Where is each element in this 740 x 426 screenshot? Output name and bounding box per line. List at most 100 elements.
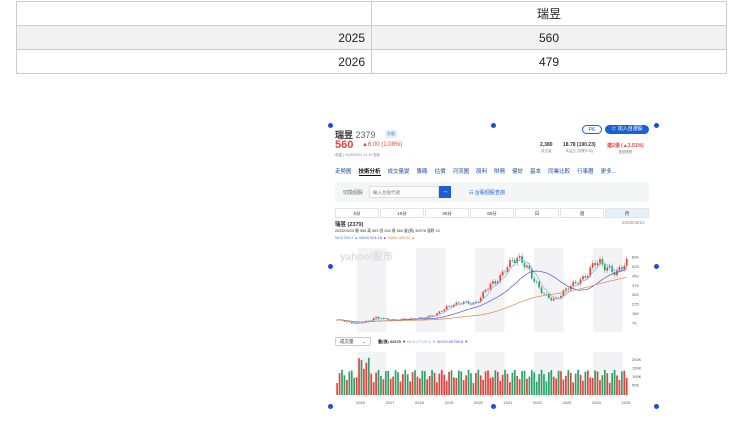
stock-screenshot: 瑞昱 2379 台股 560 ▲6.00 (1.08%) 收盤 | 2025/0… bbox=[330, 125, 656, 406]
resize-handle[interactable] bbox=[653, 263, 659, 269]
volume-bar bbox=[577, 369, 579, 395]
volume-bar bbox=[470, 373, 472, 395]
candle bbox=[470, 303, 472, 305]
volume-bar bbox=[618, 379, 621, 395]
volume-bar bbox=[414, 370, 416, 395]
volume-bar bbox=[479, 375, 482, 395]
x-tick: 2021 bbox=[504, 400, 514, 405]
volume-bar bbox=[567, 369, 570, 395]
volume-bar bbox=[601, 375, 604, 395]
volume-bar bbox=[584, 371, 587, 395]
candle bbox=[565, 288, 567, 291]
resize-handle[interactable] bbox=[327, 403, 333, 409]
resize-handle[interactable] bbox=[327, 263, 333, 269]
volume-bar bbox=[501, 374, 504, 395]
resize-handle[interactable] bbox=[490, 122, 496, 128]
vol-tick: 200K bbox=[632, 357, 642, 362]
x-tick: 2016 bbox=[356, 400, 366, 405]
volume-bar bbox=[565, 375, 567, 395]
volume-bar bbox=[423, 371, 426, 395]
volume-bar bbox=[513, 370, 516, 395]
candle bbox=[540, 287, 543, 294]
candle bbox=[562, 290, 565, 296]
volume-bar bbox=[550, 370, 553, 395]
candle bbox=[518, 256, 521, 258]
volume-bar bbox=[489, 378, 492, 395]
volume-bar bbox=[387, 370, 390, 395]
volume-bar bbox=[443, 374, 446, 395]
vol-tick: 50K bbox=[632, 383, 639, 388]
candle bbox=[545, 293, 548, 295]
y-tick: 300 bbox=[632, 292, 639, 297]
volume-bar bbox=[586, 370, 589, 395]
volume-bar bbox=[375, 372, 377, 395]
candle bbox=[346, 321, 348, 323]
volume-bar bbox=[462, 380, 465, 395]
volume-bar bbox=[591, 377, 594, 395]
data-table: 瑞昱 2025 560 2026 479 bbox=[16, 1, 727, 74]
volume-bar bbox=[526, 378, 528, 395]
candle bbox=[513, 260, 516, 264]
resize-handle[interactable] bbox=[653, 403, 659, 409]
volume-bar bbox=[440, 369, 443, 395]
volume-bar bbox=[377, 369, 380, 395]
candle bbox=[601, 259, 604, 265]
volume-bar bbox=[394, 370, 397, 395]
volume-bar bbox=[613, 369, 616, 395]
table-row: 2025 560 bbox=[16, 25, 727, 50]
volume-bar bbox=[421, 370, 424, 395]
x-tick: 2024 bbox=[592, 400, 602, 405]
volume-bar bbox=[350, 370, 353, 395]
y-tick: 375 bbox=[632, 283, 639, 288]
volume-bar bbox=[346, 380, 348, 395]
candle bbox=[618, 267, 621, 271]
candle bbox=[625, 258, 628, 266]
candle bbox=[506, 267, 509, 272]
candle bbox=[552, 298, 555, 301]
volume-bar bbox=[535, 381, 538, 395]
candle bbox=[535, 281, 538, 283]
volume-bar bbox=[404, 369, 407, 395]
resize-handle[interactable] bbox=[653, 122, 659, 128]
candle bbox=[528, 265, 531, 270]
resize-handle[interactable] bbox=[490, 403, 496, 409]
x-tick: 2020 bbox=[474, 400, 484, 405]
volume-bar bbox=[533, 372, 536, 395]
volume-bar bbox=[450, 370, 453, 395]
vol-tick: 100K bbox=[632, 374, 642, 379]
volume-bar bbox=[382, 379, 385, 395]
volume-bar bbox=[384, 371, 387, 395]
volume-bar bbox=[538, 374, 540, 395]
volume-bar bbox=[528, 376, 531, 395]
candle bbox=[599, 259, 601, 264]
candle bbox=[543, 293, 545, 294]
candle bbox=[367, 320, 370, 322]
y-tick: 525 bbox=[632, 264, 639, 269]
volume-bar bbox=[482, 379, 485, 395]
volume-bar bbox=[455, 377, 458, 395]
volume-bar bbox=[518, 379, 521, 395]
candle bbox=[504, 271, 506, 273]
volume-bar bbox=[460, 371, 463, 395]
candle bbox=[377, 316, 380, 319]
candle bbox=[482, 291, 485, 298]
price-volume-chart[interactable]: yahoo!股市 600 525 450 375 300 225 150 75 200K 150K 1… bbox=[330, 125, 656, 406]
candle bbox=[582, 276, 584, 280]
volume-bar bbox=[582, 380, 584, 395]
volume-bar bbox=[472, 382, 475, 395]
resize-handle[interactable] bbox=[327, 122, 333, 128]
volume-bar bbox=[530, 370, 533, 395]
volume-bar bbox=[516, 376, 519, 395]
candle bbox=[550, 297, 553, 301]
volume-bar bbox=[433, 372, 436, 395]
volume-bar bbox=[448, 371, 450, 395]
volume-bar bbox=[569, 372, 572, 395]
volume-bar bbox=[545, 381, 548, 395]
candle bbox=[484, 289, 487, 292]
volume-bar bbox=[608, 382, 611, 395]
volume-bar bbox=[380, 375, 382, 395]
volume-bar bbox=[360, 359, 363, 395]
volume-bar bbox=[484, 371, 487, 395]
volume-bar bbox=[596, 371, 599, 395]
candle bbox=[494, 281, 497, 284]
